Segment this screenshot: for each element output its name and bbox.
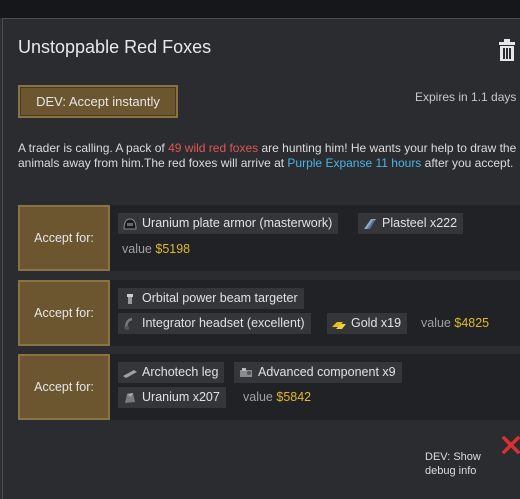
offer-value: value $5842 bbox=[243, 387, 311, 408]
desc-location: Purple Expanse bbox=[287, 156, 373, 170]
gold-icon bbox=[332, 321, 346, 329]
offer-row: Accept for: Uranium plate armor (masterw… bbox=[18, 205, 520, 271]
dialog-title: Unstoppable Red Foxes bbox=[18, 37, 212, 57]
desc-time: 11 hours bbox=[375, 156, 422, 170]
trash-icon[interactable] bbox=[498, 39, 516, 61]
value-amount: $4825 bbox=[454, 316, 490, 330]
reward-item[interactable]: Integrator headset (excellent) bbox=[118, 313, 311, 334]
helmet-icon bbox=[123, 218, 137, 230]
reward-item-label: Uranium plate armor (masterwork) bbox=[142, 216, 333, 230]
value-amount: $5198 bbox=[155, 242, 191, 256]
reward-item[interactable]: Advanced component x9 bbox=[234, 362, 402, 383]
accept-button[interactable]: Accept for: bbox=[18, 280, 110, 346]
quest-description: A trader is calling. A pack of 49 wild r… bbox=[18, 141, 518, 171]
close-icon[interactable] bbox=[502, 436, 520, 454]
leg-icon bbox=[123, 369, 137, 378]
desc-part1: A trader is calling. A pack of bbox=[18, 141, 169, 155]
headset-icon bbox=[124, 317, 133, 330]
offer-row: Accept for: Archotech leg Advanced compo… bbox=[18, 354, 520, 420]
reward-item-label: Orbital power beam targeter bbox=[142, 291, 298, 305]
reward-item[interactable]: Uranium plate armor (masterwork) bbox=[118, 213, 339, 234]
reward-item[interactable]: Plasteel x222 bbox=[358, 213, 464, 234]
expires-label: Expires in 1.1 days bbox=[415, 90, 517, 104]
value-label: value bbox=[421, 316, 451, 330]
reward-item-label: Archotech leg bbox=[142, 365, 219, 379]
reward-item-label: Integrator headset (excellent) bbox=[142, 316, 305, 330]
accept-button[interactable]: Accept for: bbox=[18, 354, 110, 420]
reward-item[interactable]: Orbital power beam targeter bbox=[118, 288, 304, 309]
reward-item-label: Gold x19 bbox=[351, 316, 402, 330]
dev-accept-button[interactable]: DEV: Accept instantly bbox=[18, 85, 178, 118]
desc-part3: after you accept. bbox=[421, 156, 514, 170]
plasteel-icon bbox=[364, 218, 376, 229]
reward-item[interactable]: Uranium x207 bbox=[118, 387, 226, 408]
offer-value: value $4825 bbox=[421, 313, 489, 334]
reward-item-label: Plasteel x222 bbox=[382, 216, 458, 230]
uranium-icon bbox=[125, 392, 135, 403]
value-amount: $5842 bbox=[276, 390, 312, 404]
targeter-icon bbox=[127, 293, 133, 304]
value-label: value bbox=[243, 390, 273, 404]
offer-value: value $5198 bbox=[122, 239, 190, 260]
top-bar bbox=[0, 0, 520, 18]
quest-dialog: Unstoppable Red Foxes DEV: Accept instan… bbox=[2, 18, 520, 499]
desc-threat-count: 49 wild red foxes bbox=[168, 141, 259, 155]
reward-item[interactable]: Gold x19 bbox=[327, 313, 408, 334]
reward-item[interactable]: Archotech leg bbox=[118, 362, 225, 383]
accept-button[interactable]: Accept for: bbox=[18, 205, 110, 271]
reward-item-label: Uranium x207 bbox=[142, 390, 220, 404]
value-label: value bbox=[122, 242, 152, 256]
offer-row: Accept for: Orbital power beam targeter … bbox=[18, 280, 520, 346]
reward-item-label: Advanced component x9 bbox=[258, 365, 396, 379]
dev-debug-toggle[interactable]: DEV: Show debug info bbox=[425, 450, 495, 478]
component-icon bbox=[240, 367, 252, 377]
